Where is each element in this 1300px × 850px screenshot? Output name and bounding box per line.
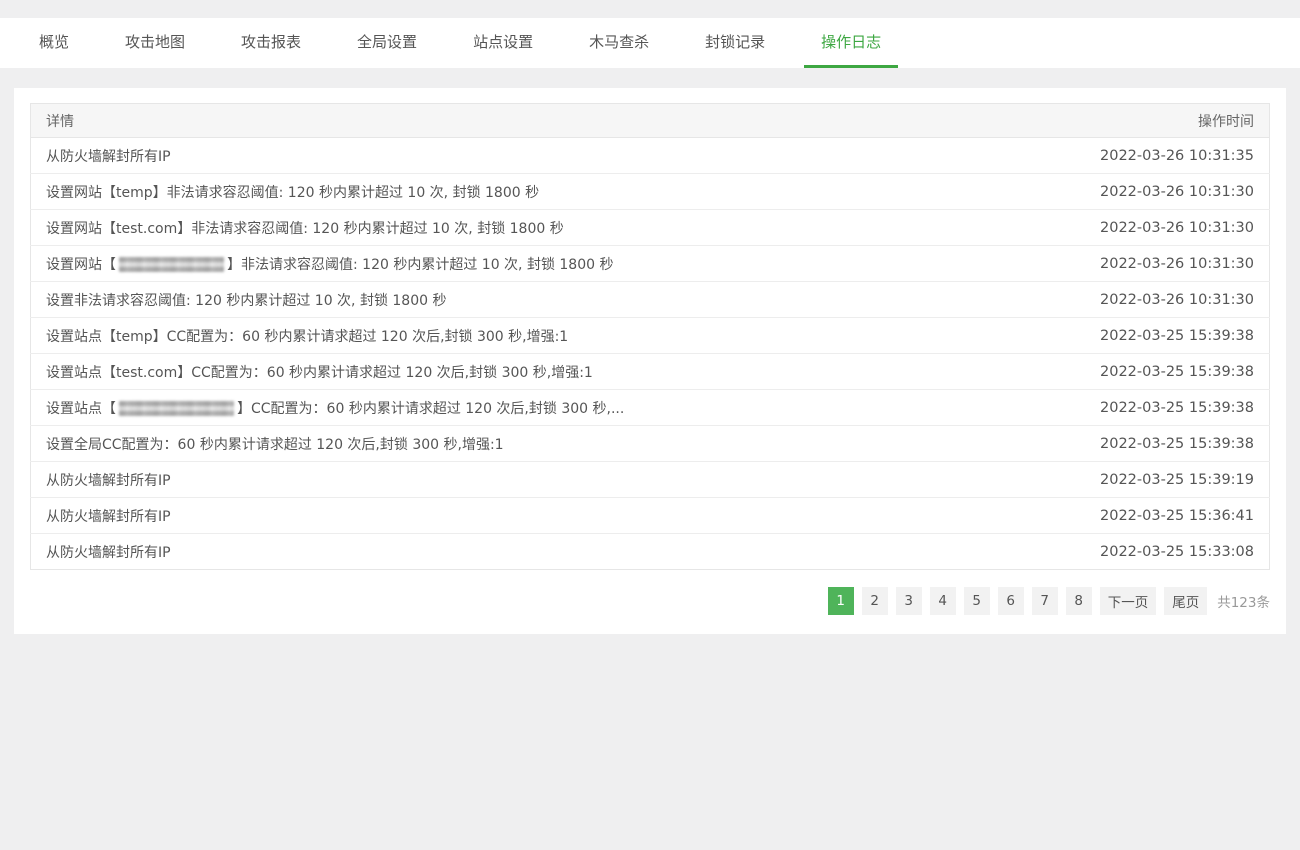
log-time: 2022-03-25 15:39:38	[1080, 390, 1270, 426]
tab-attack-report[interactable]: 攻击报表	[224, 18, 318, 68]
top-tab-bar: 概览攻击地图攻击报表全局设置站点设置木马查杀封锁记录操作日志	[0, 18, 1300, 68]
redacted-site-name	[119, 401, 234, 416]
tab-overview[interactable]: 概览	[22, 18, 86, 68]
operation-log-card: 详情 操作时间 从防火墙解封所有IP2022-03-26 10:31:35设置网…	[14, 88, 1286, 634]
log-detail: 从防火墙解封所有IP	[31, 498, 1080, 534]
table-row: 设置站点【test.com】CC配置为：60 秒内累计请求超过 120 次后,封…	[31, 354, 1270, 390]
next-page-button[interactable]: 下一页	[1100, 587, 1157, 615]
table-row: 设置网站【test.com】非法请求容忍阈值: 120 秒内累计超过 10 次,…	[31, 210, 1270, 246]
log-time: 2022-03-25 15:39:38	[1080, 318, 1270, 354]
log-time: 2022-03-25 15:33:08	[1080, 534, 1270, 570]
page-button-2[interactable]: 2	[862, 587, 888, 615]
operation-log-table: 详情 操作时间 从防火墙解封所有IP2022-03-26 10:31:35设置网…	[30, 103, 1270, 570]
last-page-button[interactable]: 尾页	[1164, 587, 1207, 615]
tab-trojan-scan[interactable]: 木马查杀	[572, 18, 666, 68]
column-header-detail: 详情	[31, 104, 1080, 138]
log-detail: 设置网站【test.com】非法请求容忍阈值: 120 秒内累计超过 10 次,…	[31, 210, 1080, 246]
column-header-time: 操作时间	[1080, 104, 1270, 138]
tab-block-records[interactable]: 封锁记录	[688, 18, 782, 68]
total-count-label: 共123条	[1217, 591, 1270, 611]
log-time: 2022-03-26 10:31:30	[1080, 282, 1270, 318]
log-time: 2022-03-25 15:36:41	[1080, 498, 1270, 534]
log-detail: 从防火墙解封所有IP	[31, 138, 1080, 174]
table-row: 设置全局CC配置为：60 秒内累计请求超过 120 次后,封锁 300 秒,增强…	[31, 426, 1270, 462]
log-time: 2022-03-25 15:39:38	[1080, 354, 1270, 390]
table-row: 从防火墙解封所有IP2022-03-25 15:36:41	[31, 498, 1270, 534]
tab-site-settings[interactable]: 站点设置	[456, 18, 550, 68]
table-row: 设置站点【temp】CC配置为：60 秒内累计请求超过 120 次后,封锁 30…	[31, 318, 1270, 354]
page-button-1[interactable]: 1	[828, 587, 854, 615]
redacted-site-name	[119, 257, 224, 272]
page-button-8[interactable]: 8	[1066, 587, 1092, 615]
page-button-4[interactable]: 4	[930, 587, 956, 615]
table-row: 设置网站【】非法请求容忍阈值: 120 秒内累计超过 10 次, 封锁 1800…	[31, 246, 1270, 282]
tabs-container: 概览攻击地图攻击报表全局设置站点设置木马查杀封锁记录操作日志	[22, 18, 1300, 68]
log-detail: 设置网站【temp】非法请求容忍阈值: 120 秒内累计超过 10 次, 封锁 …	[31, 174, 1080, 210]
page-button-7[interactable]: 7	[1032, 587, 1058, 615]
log-time: 2022-03-25 15:39:38	[1080, 426, 1270, 462]
table-row: 设置非法请求容忍阈值: 120 秒内累计超过 10 次, 封锁 1800 秒20…	[31, 282, 1270, 318]
log-detail: 设置全局CC配置为：60 秒内累计请求超过 120 次后,封锁 300 秒,增强…	[31, 426, 1080, 462]
log-time: 2022-03-26 10:31:30	[1080, 174, 1270, 210]
table-row: 从防火墙解封所有IP2022-03-25 15:39:19	[31, 462, 1270, 498]
log-detail: 设置站点【】CC配置为：60 秒内累计请求超过 120 次后,封锁 300 秒,…	[31, 390, 1080, 426]
pagination: 12345678 下一页尾页共123条	[30, 587, 1270, 615]
log-detail: 从防火墙解封所有IP	[31, 462, 1080, 498]
table-header-row: 详情 操作时间	[31, 104, 1270, 138]
log-time: 2022-03-26 10:31:35	[1080, 138, 1270, 174]
log-detail: 设置站点【temp】CC配置为：60 秒内累计请求超过 120 次后,封锁 30…	[31, 318, 1080, 354]
log-detail: 设置站点【test.com】CC配置为：60 秒内累计请求超过 120 次后,封…	[31, 354, 1080, 390]
table-row: 设置网站【temp】非法请求容忍阈值: 120 秒内累计超过 10 次, 封锁 …	[31, 174, 1270, 210]
log-time: 2022-03-26 10:31:30	[1080, 210, 1270, 246]
log-detail: 设置网站【】非法请求容忍阈值: 120 秒内累计超过 10 次, 封锁 1800…	[31, 246, 1080, 282]
tab-operation-log[interactable]: 操作日志	[804, 18, 898, 68]
log-detail: 设置非法请求容忍阈值: 120 秒内累计超过 10 次, 封锁 1800 秒	[31, 282, 1080, 318]
log-detail: 从防火墙解封所有IP	[31, 534, 1080, 570]
tab-attack-map[interactable]: 攻击地图	[108, 18, 202, 68]
log-time: 2022-03-26 10:31:30	[1080, 246, 1270, 282]
page-button-3[interactable]: 3	[896, 587, 922, 615]
tab-global-settings[interactable]: 全局设置	[340, 18, 434, 68]
page-button-6[interactable]: 6	[998, 587, 1024, 615]
table-row: 从防火墙解封所有IP2022-03-26 10:31:35	[31, 138, 1270, 174]
table-row: 从防火墙解封所有IP2022-03-25 15:33:08	[31, 534, 1270, 570]
table-row: 设置站点【】CC配置为：60 秒内累计请求超过 120 次后,封锁 300 秒,…	[31, 390, 1270, 426]
page-button-5[interactable]: 5	[964, 587, 990, 615]
log-time: 2022-03-25 15:39:19	[1080, 462, 1270, 498]
